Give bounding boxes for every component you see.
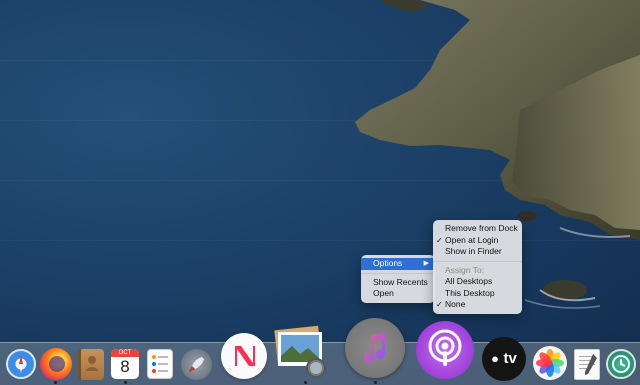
dock-app-preview[interactable] bbox=[272, 324, 334, 380]
textedit-icon bbox=[579, 354, 597, 375]
menu-item-all-desktops[interactable]: All Desktops bbox=[433, 276, 522, 288]
menu-item-remove-from-dock[interactable]: Remove from Dock bbox=[433, 223, 522, 235]
rocket-icon bbox=[189, 357, 204, 372]
dock-app-photos[interactable] bbox=[533, 346, 567, 380]
podcast-icon bbox=[428, 329, 462, 366]
menu-separator bbox=[361, 272, 435, 274]
calendar-month: OCT bbox=[111, 349, 139, 357]
dock-app-launchpad[interactable] bbox=[181, 349, 212, 380]
menu-item-this-desktop[interactable]: This Desktop bbox=[433, 288, 522, 300]
menu-item-show-recents[interactable]: Show Recents bbox=[361, 277, 435, 289]
chevron-right-icon: ▶ bbox=[423, 260, 429, 267]
dock-app-reminders[interactable] bbox=[147, 349, 173, 379]
menu-heading-assign-to: Assign To: bbox=[445, 264, 485, 275]
dock-app-music[interactable] bbox=[345, 318, 405, 378]
photos-flower-icon bbox=[536, 349, 564, 377]
dock: OCT 8 ● tv bbox=[0, 318, 640, 385]
reminders-icon bbox=[152, 355, 168, 373]
dock-app-safari[interactable] bbox=[6, 349, 36, 379]
dock-app-podcasts[interactable] bbox=[416, 321, 474, 379]
dock-app-news[interactable] bbox=[221, 333, 267, 379]
menu-item-open-at-login[interactable]: ✓ Open at Login bbox=[433, 235, 522, 247]
dock-app-time-machine[interactable] bbox=[606, 349, 636, 379]
contacts-icon bbox=[85, 356, 99, 371]
dock-context-menu: Options ▶ Show Recents Open bbox=[361, 255, 435, 303]
menu-item-options[interactable]: Options ▶ bbox=[361, 258, 435, 270]
music-note-icon bbox=[364, 332, 386, 364]
menu-item-open[interactable]: Open bbox=[361, 288, 435, 300]
dock-app-calendar[interactable]: OCT 8 bbox=[111, 349, 139, 379]
news-icon bbox=[235, 346, 255, 366]
apple-logo-icon: ● bbox=[491, 351, 500, 366]
dock-app-contacts[interactable] bbox=[78, 349, 104, 380]
firefox-icon bbox=[49, 356, 65, 372]
tv-label: tv bbox=[503, 350, 517, 367]
time-machine-icon bbox=[612, 355, 630, 373]
dock-app-tv[interactable]: ● tv bbox=[482, 337, 526, 381]
menu-item-show-in-finder[interactable]: Show in Finder bbox=[433, 246, 522, 258]
menu-separator bbox=[433, 260, 522, 262]
checkmark-icon: ✓ bbox=[436, 300, 443, 309]
checkmark-icon: ✓ bbox=[436, 235, 443, 245]
calendar-day: 8 bbox=[120, 357, 130, 376]
dock-app-firefox[interactable] bbox=[40, 348, 72, 380]
options-submenu: Remove from Dock ✓ Open at Login Show in… bbox=[433, 220, 522, 314]
compass-icon bbox=[19, 355, 23, 373]
dock-app-textedit[interactable] bbox=[574, 349, 600, 380]
preview-icon bbox=[274, 325, 326, 378]
menu-item-none[interactable]: ✓ None bbox=[433, 299, 522, 311]
